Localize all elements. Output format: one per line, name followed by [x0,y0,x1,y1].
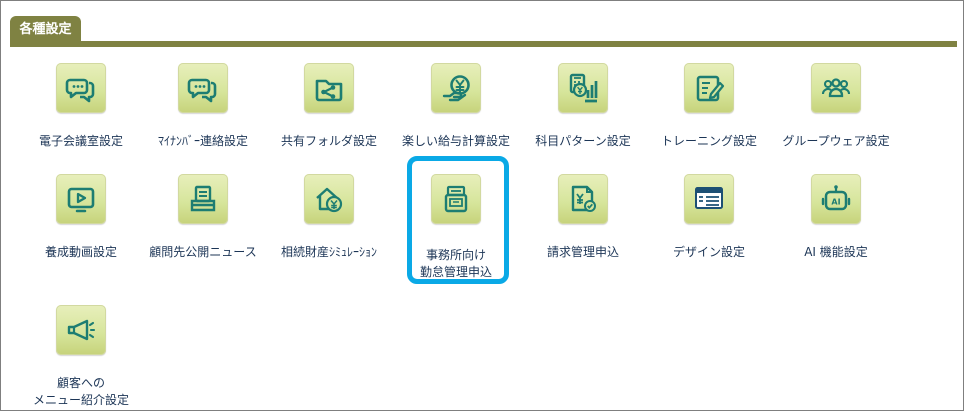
calculator-chart-icon [558,63,608,113]
training-video-settings-button[interactable]: 養成動画設定 [18,174,144,286]
my-number-contact-settings-button[interactable]: ﾏｲﾅﾝﾊﾞｰ連絡設定 [140,63,266,175]
training-settings-button[interactable]: トレーニング設定 [646,63,772,175]
billing-management-application-button[interactable]: 請求管理申込 [520,174,646,286]
group-icon [811,63,861,113]
video-play-icon [56,174,106,224]
ai-function-settings-button[interactable]: AI AI 機能設定 [773,174,899,286]
settings-item-label: 相続財産ｼﾐｭﾚｰｼｮﾝ [280,245,377,259]
chat-bubbles-icon [56,63,106,113]
settings-item-label: AI 機能設定 [804,245,868,259]
megaphone-icon [56,305,106,355]
shared-folder-settings-button[interactable]: 共有フォルダ設定 [266,63,392,175]
settings-item-label: 楽しい給与計算設定 [401,134,510,148]
ai-robot-icon: AI [811,174,861,224]
office-attendance-management-application-button[interactable]: 事務所向け 勤怠管理申込 [393,174,519,286]
settings-item-label: 科目パターン設定 [535,134,631,148]
invoice-yen-check-icon [558,174,608,224]
salary-yen-icon [431,63,481,113]
design-settings-button[interactable]: デザイン設定 [646,174,772,286]
settings-item-label: 養成動画設定 [44,245,117,259]
settings-item-label: デザイン設定 [672,245,745,259]
settings-item-label: 顧客への メニュー紹介設定 [32,376,129,407]
design-window-icon [684,174,734,224]
time-recorder-icon [431,174,481,224]
advisor-public-news-button[interactable]: 顧問先公開ニュース [140,174,266,286]
shared-folder-icon [304,63,354,113]
settings-item-label: 共有フォルダ設定 [280,134,377,148]
settings-item-label: 顧問先公開ニュース [149,245,257,259]
groupware-settings-button[interactable]: グループウェア設定 [773,63,899,175]
settings-item-label: 事務所向け 勤怠管理申込 [419,248,492,279]
settings-item-label: グループウェア設定 [782,134,890,148]
settings-item-label: 電子会議室設定 [38,134,123,148]
settings-item-label: トレーニング設定 [660,134,757,148]
settings-item-label: ﾏｲﾅﾝﾊﾞｰ連絡設定 [157,134,248,148]
customer-menu-introduction-settings-button[interactable]: 顧客への メニュー紹介設定 [18,305,144,417]
electronic-conference-room-settings-button[interactable]: 電子会議室設定 [18,63,144,175]
settings-item-label: 請求管理申込 [546,245,619,259]
chat-bubbles-icon [178,63,228,113]
settings-tab-bar [10,41,957,47]
settings-panel: 各種設定 電子会議室設定 ﾏｲﾅﾝﾊﾞｰ連絡設定 共有フォルダ設定 楽しい給与計… [0,0,964,411]
news-tray-icon [178,174,228,224]
payroll-calculation-settings-button[interactable]: 楽しい給与計算設定 [393,63,519,175]
svg-text:AI: AI [831,198,840,207]
training-note-icon [684,63,734,113]
inheritance-asset-simulation-button[interactable]: 相続財産ｼﾐｭﾚｰｼｮﾝ [266,174,392,286]
home-yen-icon [304,174,354,224]
settings-tab[interactable]: 各種設定 [10,16,81,42]
account-pattern-settings-button[interactable]: 科目パターン設定 [520,63,646,175]
